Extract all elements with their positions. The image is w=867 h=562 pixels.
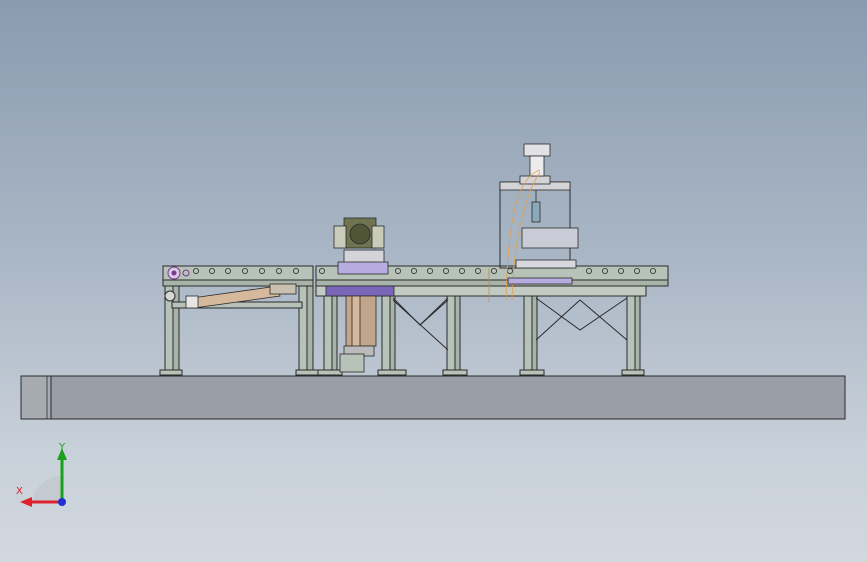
- z-axis-point: [58, 498, 66, 506]
- x-axis-label: X: [16, 486, 23, 497]
- conveyor-assembly-model[interactable]: [0, 0, 867, 562]
- x-axis-arrow: [20, 497, 32, 507]
- left-conveyor-frame[interactable]: [159, 265, 319, 376]
- cad-viewport[interactable]: Y X: [0, 0, 867, 562]
- triad-plane: [32, 475, 62, 502]
- base-platform[interactable]: [20, 375, 846, 420]
- coordinate-triad: Y X: [12, 440, 76, 510]
- y-axis-label: Y: [59, 442, 66, 453]
- main-conveyor-braces: [392, 297, 628, 351]
